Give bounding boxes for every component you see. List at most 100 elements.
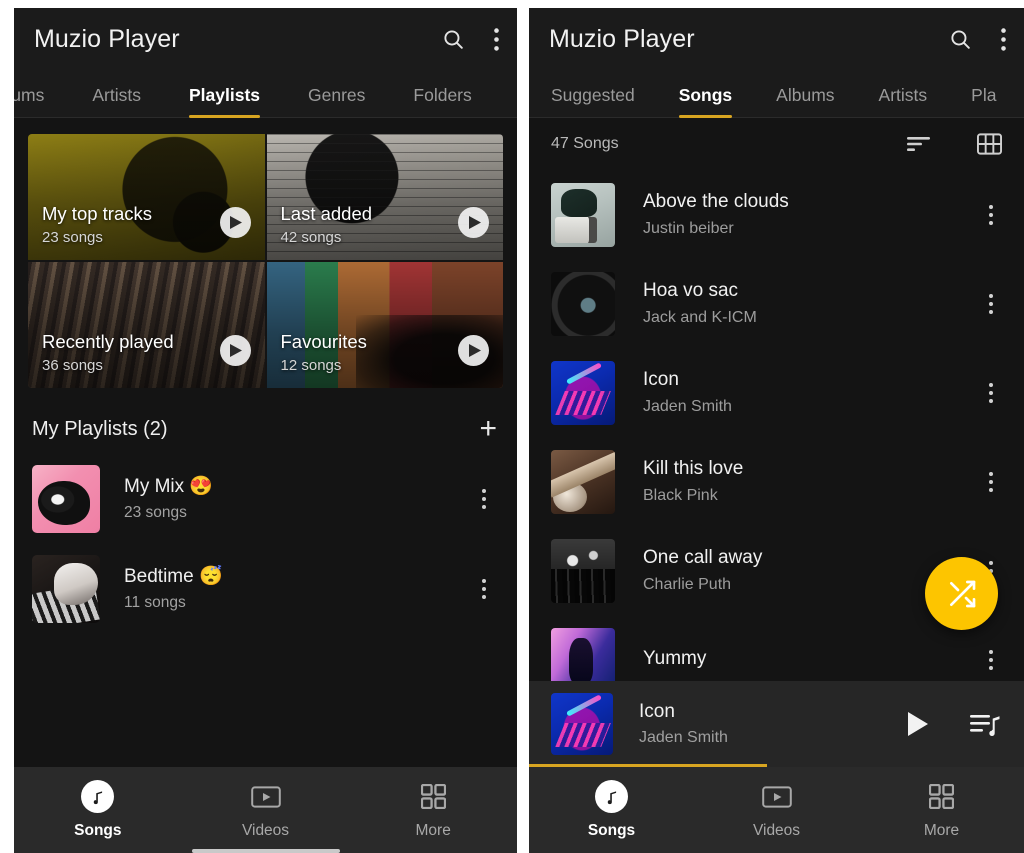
- song-title: Yummy: [643, 648, 707, 670]
- tab-underline: [678, 114, 733, 118]
- grid-view-icon[interactable]: [977, 133, 1002, 155]
- more-vertical-icon[interactable]: [968, 471, 1004, 492]
- playlist-name: Bedtime 😴: [124, 565, 223, 587]
- song-artist: Black Pink: [643, 487, 718, 505]
- playlist-card-name: Recently played: [42, 330, 174, 352]
- left-bottom-nav: Songs Videos More: [14, 767, 517, 853]
- playlist-card-count: 36 songs: [42, 357, 103, 374]
- song-count-label: 47 Songs: [551, 135, 619, 152]
- tab-suggested[interactable]: Suggested: [551, 85, 635, 118]
- nav-item-label: More: [415, 822, 451, 839]
- playlist-name: My Mix 😍: [124, 475, 214, 497]
- right-appbar-actions: [948, 27, 1006, 52]
- more-vertical-icon[interactable]: [968, 293, 1004, 314]
- home-indicator: [191, 849, 340, 853]
- tab-albums[interactable]: Albums: [776, 85, 834, 118]
- playlist-thumbnail: [32, 465, 100, 533]
- search-icon[interactable]: [948, 27, 973, 52]
- playlist-card-name: My top tracks: [42, 202, 152, 224]
- playlist-count: 23 songs: [124, 504, 187, 522]
- playlist-card-meta: Favourites 12 songs: [281, 331, 367, 374]
- now-playing-bar[interactable]: Icon Jaden Smith: [529, 681, 1024, 767]
- song-list[interactable]: Above the clouds Justin beiber Hoa vo sa…: [529, 170, 1024, 767]
- list-item[interactable]: Kill this love Black Pink: [529, 437, 1024, 526]
- tab-artists[interactable]: Artists: [879, 85, 928, 118]
- left-appbar-actions: [441, 27, 499, 52]
- song-info: One call away Charlie Puth: [643, 547, 968, 595]
- left-tab-bar: Albums Artists Playlists Genres Folders: [14, 70, 517, 118]
- more-vertical-icon[interactable]: [461, 489, 497, 509]
- list-item[interactable]: Bedtime 😴 11 songs: [14, 544, 517, 634]
- nav-item-more[interactable]: More: [859, 780, 1024, 840]
- list-item[interactable]: Icon Jaden Smith: [529, 348, 1024, 437]
- tab-artists[interactable]: Artists: [92, 85, 141, 118]
- album-art: [551, 449, 615, 514]
- play-icon[interactable]: [219, 335, 251, 366]
- playlist-card-recently-played[interactable]: Recently played 36 songs: [28, 262, 265, 388]
- more-vertical-icon[interactable]: [968, 649, 1004, 670]
- tab-label: Folders: [413, 85, 472, 105]
- playlist-card-meta: Last added 42 songs: [281, 203, 373, 246]
- music-note-icon: [595, 780, 628, 813]
- nav-item-videos[interactable]: Videos: [694, 780, 859, 840]
- song-info: Icon Jaden Smith: [643, 369, 968, 417]
- more-vertical-icon[interactable]: [461, 579, 497, 599]
- tab-label: Playlists: [188, 85, 261, 105]
- play-icon[interactable]: [458, 335, 489, 366]
- more-vertical-icon[interactable]: [494, 27, 499, 51]
- song-info: Above the clouds Justin beiber: [643, 191, 968, 239]
- now-playing-album-art: [551, 693, 613, 755]
- right-phone-panel: Muzio Player Suggested Songs Albums Arti…: [529, 8, 1024, 853]
- song-artist: Justin beiber: [643, 220, 734, 238]
- playlist-thumbnail: [32, 555, 100, 623]
- right-tab-bar: Suggested Songs Albums Artists Pla: [529, 70, 1024, 118]
- sort-icon[interactable]: [907, 136, 931, 152]
- tab-albums[interactable]: Albums: [14, 85, 44, 118]
- shuffle-fab-button[interactable]: [925, 557, 998, 630]
- nav-item-songs[interactable]: Songs: [529, 780, 694, 840]
- list-item[interactable]: Hoa vo sac Jack and K-ICM: [529, 259, 1024, 348]
- playlist-card-favourites[interactable]: Favourites 12 songs: [266, 262, 503, 388]
- song-artist: Charlie Puth: [643, 576, 732, 594]
- more-vertical-icon[interactable]: [968, 204, 1004, 225]
- playlist-card-name: Favourites: [280, 330, 367, 352]
- add-playlist-button[interactable]: +: [479, 414, 497, 444]
- nav-item-label: Videos: [752, 822, 801, 839]
- song-list-toolbar: 47 Songs: [529, 118, 1024, 170]
- left-appbar: Muzio Player: [14, 8, 517, 70]
- play-icon[interactable]: [906, 711, 930, 737]
- song-title: Hoa vo sac: [643, 279, 739, 301]
- song-title: Above the clouds: [643, 190, 789, 212]
- now-playing-actions: [906, 711, 1004, 737]
- more-vertical-icon[interactable]: [968, 382, 1004, 403]
- list-item[interactable]: Above the clouds Justin beiber: [529, 170, 1024, 259]
- playlist-card-my-top-tracks[interactable]: My top tracks 23 songs: [28, 134, 265, 260]
- tab-songs[interactable]: Songs: [678, 85, 733, 118]
- song-title: Kill this love: [643, 457, 744, 479]
- screenshot-stage: Muzio Player Albums Artists Playlists Ge…: [0, 0, 1024, 853]
- nav-item-more[interactable]: More: [349, 780, 517, 840]
- tab-playlists[interactable]: Playlists: [188, 85, 261, 118]
- tab-folders[interactable]: Folders: [413, 85, 471, 118]
- album-art: [551, 360, 615, 425]
- playlist-card-meta: Recently played 36 songs: [42, 331, 174, 374]
- song-title: Icon: [643, 368, 679, 390]
- nav-item-songs[interactable]: Songs: [14, 780, 182, 840]
- tab-genres[interactable]: Genres: [308, 85, 365, 118]
- grid-icon: [420, 780, 446, 813]
- my-playlists-header: My Playlists (2) +: [14, 388, 517, 454]
- list-item[interactable]: My Mix 😍 23 songs: [14, 454, 517, 544]
- playlist-card-count: 12 songs: [280, 357, 342, 374]
- playlist-card-last-added[interactable]: Last added 42 songs: [266, 134, 503, 260]
- search-icon[interactable]: [441, 27, 466, 52]
- playlist-text: My Mix 😍 23 songs: [124, 476, 461, 523]
- playlist-card-count: 23 songs: [42, 229, 103, 246]
- song-info: Yummy: [643, 648, 968, 671]
- play-icon[interactable]: [219, 207, 251, 238]
- more-vertical-icon[interactable]: [1001, 27, 1006, 51]
- nav-item-videos[interactable]: Videos: [182, 780, 350, 840]
- tab-playlists[interactable]: Pla: [971, 85, 996, 118]
- play-icon[interactable]: [458, 207, 489, 238]
- song-title: One call away: [643, 546, 763, 568]
- queue-music-icon[interactable]: [970, 712, 1000, 736]
